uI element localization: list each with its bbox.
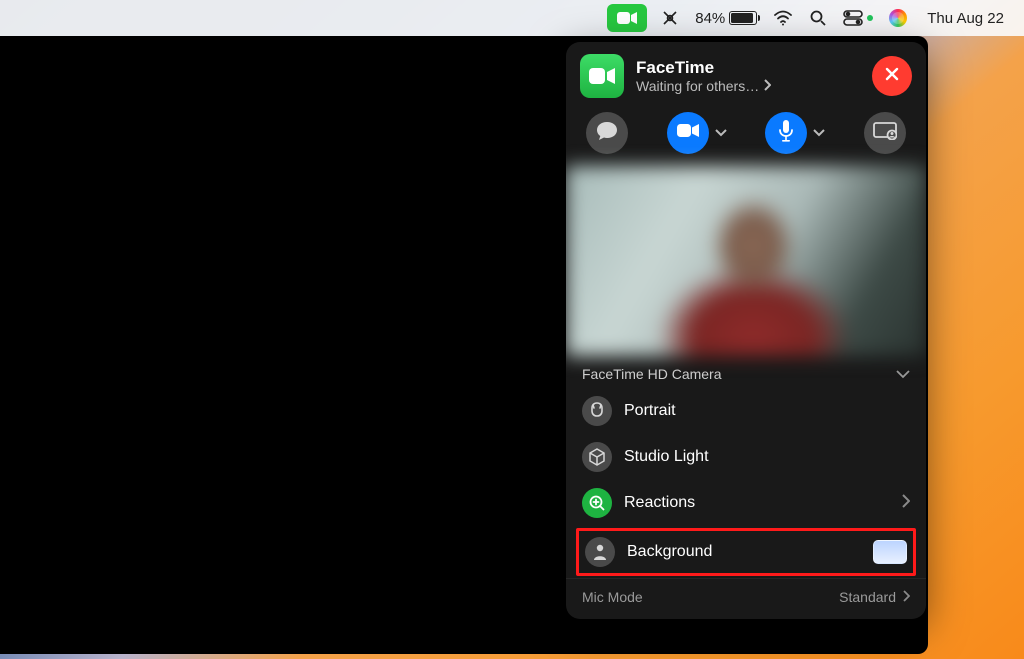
camera-selector[interactable]: FaceTime HD Camera	[566, 356, 926, 388]
menu-bar: 84% Thu Aug 22	[0, 0, 1024, 36]
mic-toggle-button[interactable]	[765, 112, 807, 154]
battery-icon	[729, 11, 757, 25]
popover-controls	[566, 108, 926, 166]
background-thumbnail	[873, 540, 907, 564]
battery-percent-label: 84%	[695, 10, 725, 27]
siri-icon[interactable]	[881, 0, 915, 36]
battery-status[interactable]: 84%	[687, 0, 765, 36]
studio-light-label: Studio Light	[624, 448, 910, 466]
messages-button[interactable]	[586, 112, 628, 154]
mic-mode-label: Mic Mode	[582, 589, 643, 605]
mic-mode-row[interactable]: Mic Mode Standard	[566, 578, 926, 619]
mic-options-chevron[interactable]	[813, 124, 825, 142]
message-icon	[596, 121, 618, 146]
close-icon	[883, 65, 901, 88]
portrait-label: Portrait	[624, 402, 910, 420]
portrait-icon	[582, 396, 612, 426]
screen-toolkit-icon[interactable]	[653, 0, 687, 36]
video-icon	[677, 123, 699, 143]
spotlight-icon[interactable]	[801, 0, 835, 36]
mic-mode-value: Standard	[839, 589, 896, 605]
chevron-down-icon	[896, 366, 910, 382]
facetime-popover: FaceTime Waiting for others…	[566, 42, 926, 619]
background-label: Background	[627, 543, 873, 561]
portrait-row[interactable]: Portrait	[566, 388, 926, 434]
screen-share-button[interactable]	[864, 112, 906, 154]
camera-preview	[566, 166, 926, 356]
control-center-icon[interactable]	[835, 0, 881, 36]
person-icon	[585, 537, 615, 567]
popover-title: FaceTime	[636, 58, 872, 78]
video-icon	[617, 11, 637, 25]
chevron-right-icon	[901, 494, 910, 513]
menubar-date[interactable]: Thu Aug 22	[919, 0, 1012, 36]
camera-name-label: FaceTime HD Camera	[582, 366, 722, 382]
facetime-menubar-indicator[interactable]	[607, 4, 647, 32]
end-call-button[interactable]	[872, 56, 912, 96]
status-text: Waiting for others…	[636, 78, 759, 94]
facetime-app-icon	[580, 54, 624, 98]
wifi-icon[interactable]	[765, 0, 801, 36]
chevron-right-icon	[902, 589, 910, 605]
video-toggle-button[interactable]	[667, 112, 709, 154]
cube-icon	[582, 442, 612, 472]
video-options-chevron[interactable]	[715, 124, 727, 142]
camera-active-dot	[867, 15, 873, 21]
chevron-right-icon	[763, 78, 771, 94]
background-row[interactable]: Background	[576, 528, 916, 576]
reactions-row[interactable]: Reactions	[566, 480, 926, 526]
screen-share-icon	[873, 122, 897, 145]
studio-light-row[interactable]: Studio Light	[566, 434, 926, 480]
popover-header: FaceTime Waiting for others…	[566, 42, 926, 108]
reactions-label: Reactions	[624, 494, 901, 512]
reactions-icon	[582, 488, 612, 518]
mic-icon	[778, 120, 794, 147]
popover-status[interactable]: Waiting for others…	[636, 78, 872, 94]
